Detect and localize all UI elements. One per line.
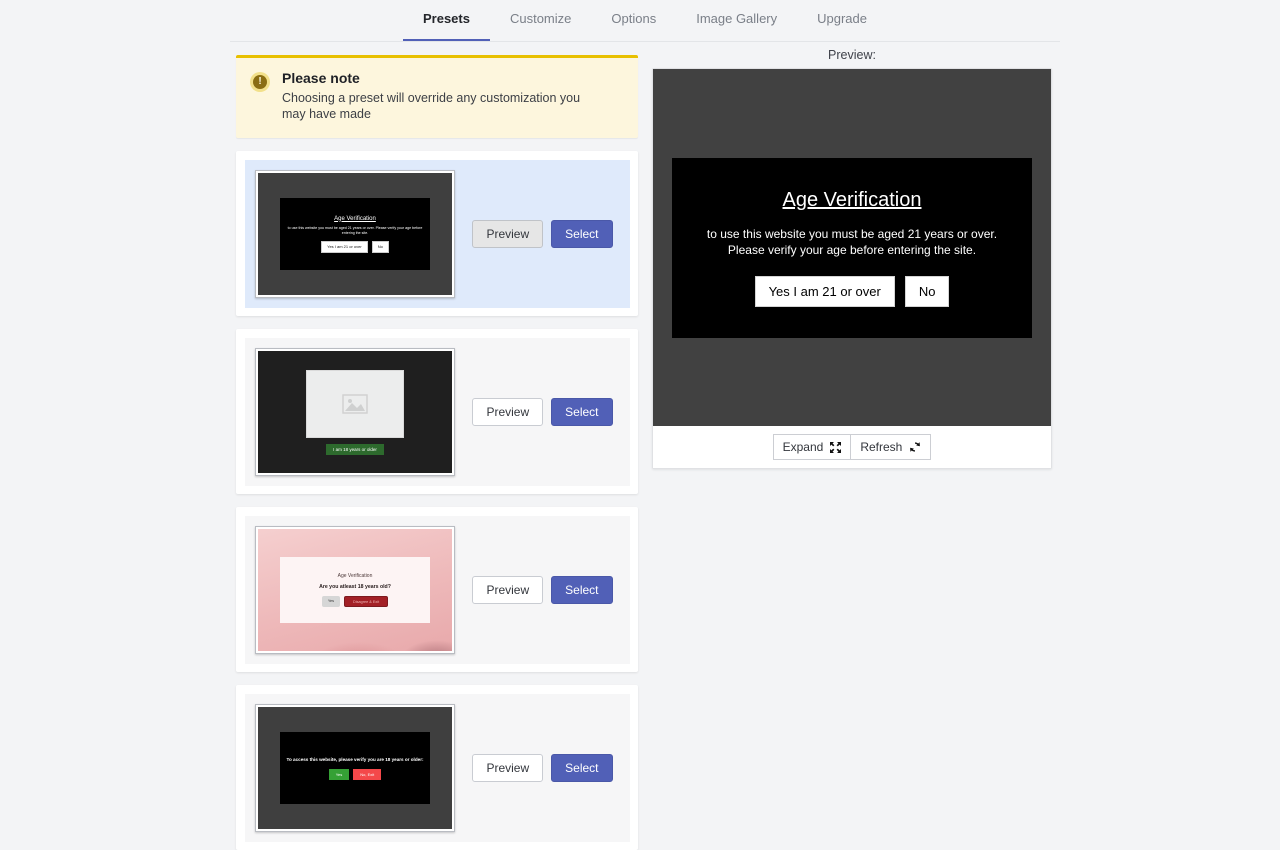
expand-arrows-icon: [830, 442, 841, 453]
preview-modal-buttons: Yes I am 21 or over No: [755, 276, 950, 307]
thumbnail-modal: To access this website, please verify yo…: [280, 732, 430, 804]
preset-row[interactable]: Age Verification Are you atleast 18 year…: [245, 516, 630, 664]
tab-options[interactable]: Options: [591, 0, 676, 41]
preview-button[interactable]: Preview: [472, 398, 543, 426]
preset-card: Age Verification to use this website you…: [236, 151, 638, 316]
tab-options-label: Options: [611, 11, 656, 26]
preview-stage: Age Verification to use this website you…: [653, 69, 1051, 426]
preset-thumbnail[interactable]: I am 18 years or older: [255, 348, 455, 476]
preset-actions: Preview Select: [455, 398, 630, 426]
select-button[interactable]: Select: [551, 754, 612, 782]
preset-row[interactable]: I am 18 years or older Preview Select: [245, 338, 630, 486]
tab-presets-label: Presets: [423, 11, 470, 26]
preset-row[interactable]: To access this website, please verify yo…: [245, 694, 630, 842]
refresh-icon: [909, 441, 921, 453]
thumbnail-confirm-button: I am 18 years or older: [326, 444, 384, 455]
thumbnail-buttons: Yes No, Exit: [329, 769, 382, 780]
preview-modal-paragraph: to use this website you must be aged 21 …: [702, 226, 1002, 258]
preview-modal: Age Verification to use this website you…: [672, 158, 1032, 338]
thumbnail-canvas: To access this website, please verify yo…: [258, 707, 452, 829]
image-placeholder-icon: [306, 370, 404, 438]
exclamation-icon: !: [250, 72, 270, 92]
preset-thumbnail[interactable]: Age Verification Are you atleast 18 year…: [255, 526, 455, 654]
preview-column: Preview: Age Verification to use this we…: [652, 48, 1052, 469]
preview-button[interactable]: Preview: [472, 220, 543, 248]
tab-upgrade[interactable]: Upgrade: [797, 0, 887, 41]
thumbnail-confirm-button: Yes: [322, 596, 340, 607]
preview-label: Preview:: [652, 48, 1052, 62]
preset-row[interactable]: Age Verification to use this website you…: [245, 160, 630, 308]
thumbnail-buttons: Yes Disagree & Exit: [322, 596, 388, 607]
presets-column: ! Please note Choosing a preset will ove…: [236, 55, 638, 850]
main-navigation: Presets Customize Options Image Gallery …: [230, 0, 1060, 42]
preview-button[interactable]: Preview: [472, 754, 543, 782]
thumbnail-confirm-button: Yes: [329, 769, 350, 780]
nav-tab-list: Presets Customize Options Image Gallery …: [403, 0, 887, 41]
tab-customize[interactable]: Customize: [490, 0, 591, 41]
thumbnail-deny-button: Disagree & Exit: [344, 596, 388, 607]
thumbnail-confirm-button: Yes I am 21 or over: [321, 241, 368, 253]
tab-customize-label: Customize: [510, 11, 571, 26]
select-button[interactable]: Select: [551, 220, 612, 248]
preview-toolbar: Expand Refresh: [653, 426, 1051, 468]
select-button[interactable]: Select: [551, 576, 612, 604]
exclamation-glyph: !: [253, 75, 267, 89]
thumbnail-modal: Age Verification to use this website you…: [280, 198, 430, 270]
notice-banner: ! Please note Choosing a preset will ove…: [236, 55, 638, 138]
preset-thumbnail[interactable]: To access this website, please verify yo…: [255, 704, 455, 832]
preview-button[interactable]: Preview: [472, 576, 543, 604]
preset-card: To access this website, please verify yo…: [236, 685, 638, 850]
notice-text: Please note Choosing a preset will overr…: [282, 70, 602, 122]
notice-body: Choosing a preset will override any cust…: [282, 90, 602, 122]
tab-image-gallery-label: Image Gallery: [696, 11, 777, 26]
select-button[interactable]: Select: [551, 398, 612, 426]
thumbnail-heading: Age Verification: [338, 573, 373, 579]
preset-actions: Preview Select: [455, 220, 630, 248]
thumbnail-deny-button: No: [372, 241, 389, 253]
thumbnail-buttons: Yes I am 21 or over No: [321, 241, 389, 253]
tab-presets[interactable]: Presets: [403, 0, 490, 41]
thumbnail-canvas: I am 18 years or older: [258, 351, 452, 473]
refresh-button[interactable]: Refresh: [851, 434, 931, 460]
refresh-button-label: Refresh: [860, 440, 902, 454]
preset-actions: Preview Select: [455, 754, 630, 782]
expand-button[interactable]: Expand: [773, 434, 852, 460]
preview-toolbar-group: Expand Refresh: [773, 434, 932, 460]
preset-thumbnail[interactable]: Age Verification to use this website you…: [255, 170, 455, 298]
preset-card: I am 18 years or older Preview Select: [236, 329, 638, 494]
preview-panel: Age Verification to use this website you…: [652, 68, 1052, 469]
preview-deny-button[interactable]: No: [905, 276, 950, 307]
thumbnail-question: Are you atleast 18 years old?: [319, 584, 391, 590]
tab-image-gallery[interactable]: Image Gallery: [676, 0, 797, 41]
notice-title: Please note: [282, 70, 602, 86]
thumbnail-canvas: Age Verification to use this website you…: [258, 173, 452, 295]
thumbnail-modal: Age Verification Are you atleast 18 year…: [280, 557, 430, 623]
preview-confirm-button[interactable]: Yes I am 21 or over: [755, 276, 895, 307]
thumbnail-paragraph: To access this website, please verify yo…: [286, 757, 423, 763]
preset-card: Age Verification Are you atleast 18 year…: [236, 507, 638, 672]
thumbnail-paragraph: to use this website you must be aged 21 …: [286, 226, 424, 236]
preview-modal-heading: Age Verification: [783, 189, 922, 212]
thumbnail-deny-button: No, Exit: [353, 769, 381, 780]
expand-button-label: Expand: [783, 440, 824, 454]
preset-actions: Preview Select: [455, 576, 630, 604]
thumbnail-heading: Age Verification: [334, 216, 376, 222]
tab-upgrade-label: Upgrade: [817, 11, 867, 26]
thumbnail-canvas: Age Verification Are you atleast 18 year…: [258, 529, 452, 651]
